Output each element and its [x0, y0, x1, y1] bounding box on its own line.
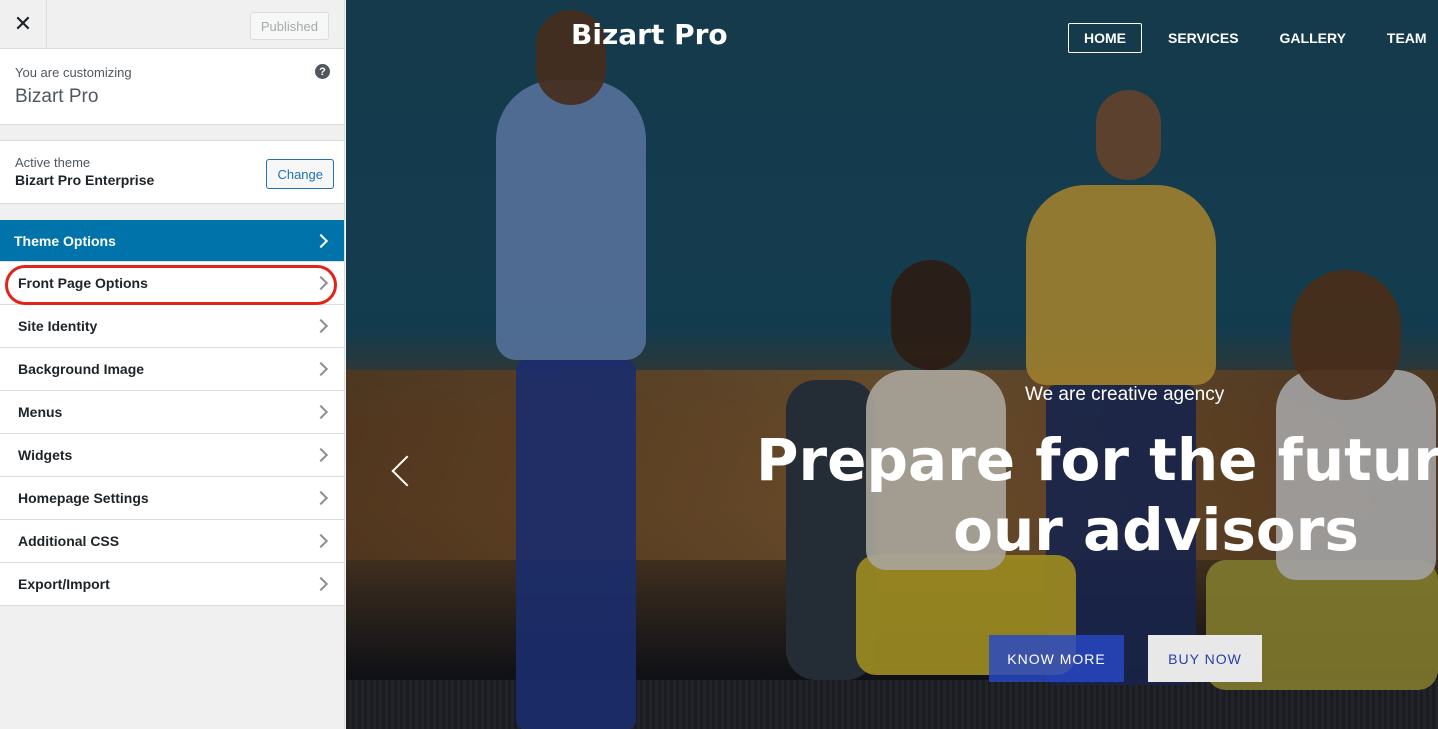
chevron-right-icon — [313, 275, 329, 291]
menu-item-label: Widgets — [18, 447, 73, 463]
chevron-right-icon — [313, 490, 329, 506]
chevron-right-icon — [313, 447, 329, 463]
close-icon[interactable]: ✕ — [0, 0, 47, 48]
chevron-right-icon — [313, 318, 329, 334]
menu-item-theme-options[interactable]: Theme Options — [0, 220, 344, 262]
hero-tagline: We are creative agency — [1025, 384, 1225, 405]
menu-item-menus[interactable]: Menus — [0, 391, 344, 434]
customizer-menu: Theme Options Front Page Options Site Id… — [0, 220, 344, 606]
nav-team[interactable]: TEAM — [1372, 23, 1438, 53]
menu-item-front-page-options[interactable]: Front Page Options — [0, 262, 344, 305]
customizer-sidebar: ✕ Published You are customizing Bizart P… — [0, 0, 345, 729]
site-brand[interactable]: Bizart Pro — [571, 18, 728, 51]
know-more-button[interactable]: KNOW MORE — [989, 635, 1124, 682]
menu-item-label: Homepage Settings — [18, 490, 149, 506]
menu-item-homepage-settings[interactable]: Homepage Settings — [0, 477, 344, 520]
change-theme-button[interactable]: Change — [266, 159, 334, 189]
active-theme-panel: Active theme Bizart Pro Enterprise Chang… — [0, 140, 344, 204]
customizer-header: ✕ Published — [0, 0, 344, 49]
hero-headline-line1: Prepare for the future wi — [756, 426, 1438, 494]
site-nav: HOME SERVICES GALLERY TEAM — [1068, 23, 1438, 53]
menu-item-label: Export/Import — [18, 576, 110, 592]
menu-item-label: Menus — [18, 404, 63, 420]
menu-item-label: Front Page Options — [18, 275, 148, 291]
published-button[interactable]: Published — [249, 12, 329, 40]
menu-item-widgets[interactable]: Widgets — [0, 434, 344, 477]
chevron-right-icon — [313, 361, 329, 377]
chevron-right-icon — [313, 576, 329, 592]
menu-item-label: Site Identity — [18, 318, 98, 334]
hero-headline: Prepare for the future wi our advisors — [756, 425, 1438, 565]
nav-home[interactable]: HOME — [1068, 23, 1142, 53]
menu-item-label: Additional CSS — [18, 533, 120, 549]
chevron-right-icon — [313, 233, 329, 248]
nav-gallery[interactable]: GALLERY — [1265, 23, 1361, 53]
hero-headline-line2: our advisors — [953, 496, 1359, 564]
nav-services[interactable]: SERVICES — [1153, 23, 1254, 53]
menu-item-export-import[interactable]: Export/Import — [0, 563, 344, 606]
customizing-info: You are customizing Bizart Pro ? — [0, 49, 344, 125]
chevron-right-icon — [313, 533, 329, 549]
site-name: Bizart Pro — [15, 86, 99, 107]
menu-item-label: Theme Options — [14, 232, 116, 249]
site-preview: Bizart Pro HOME SERVICES GALLERY TEAM We… — [346, 0, 1438, 729]
menu-item-background-image[interactable]: Background Image — [0, 348, 344, 391]
customizing-label: You are customizing — [15, 65, 132, 80]
hero-overlay — [346, 0, 1438, 729]
buy-now-button[interactable]: BUY NOW — [1148, 635, 1262, 682]
chevron-right-icon — [313, 404, 329, 420]
menu-item-site-identity[interactable]: Site Identity — [0, 305, 344, 348]
menu-item-additional-css[interactable]: Additional CSS — [0, 520, 344, 563]
help-icon[interactable]: ? — [315, 64, 330, 79]
menu-item-label: Background Image — [18, 361, 145, 377]
